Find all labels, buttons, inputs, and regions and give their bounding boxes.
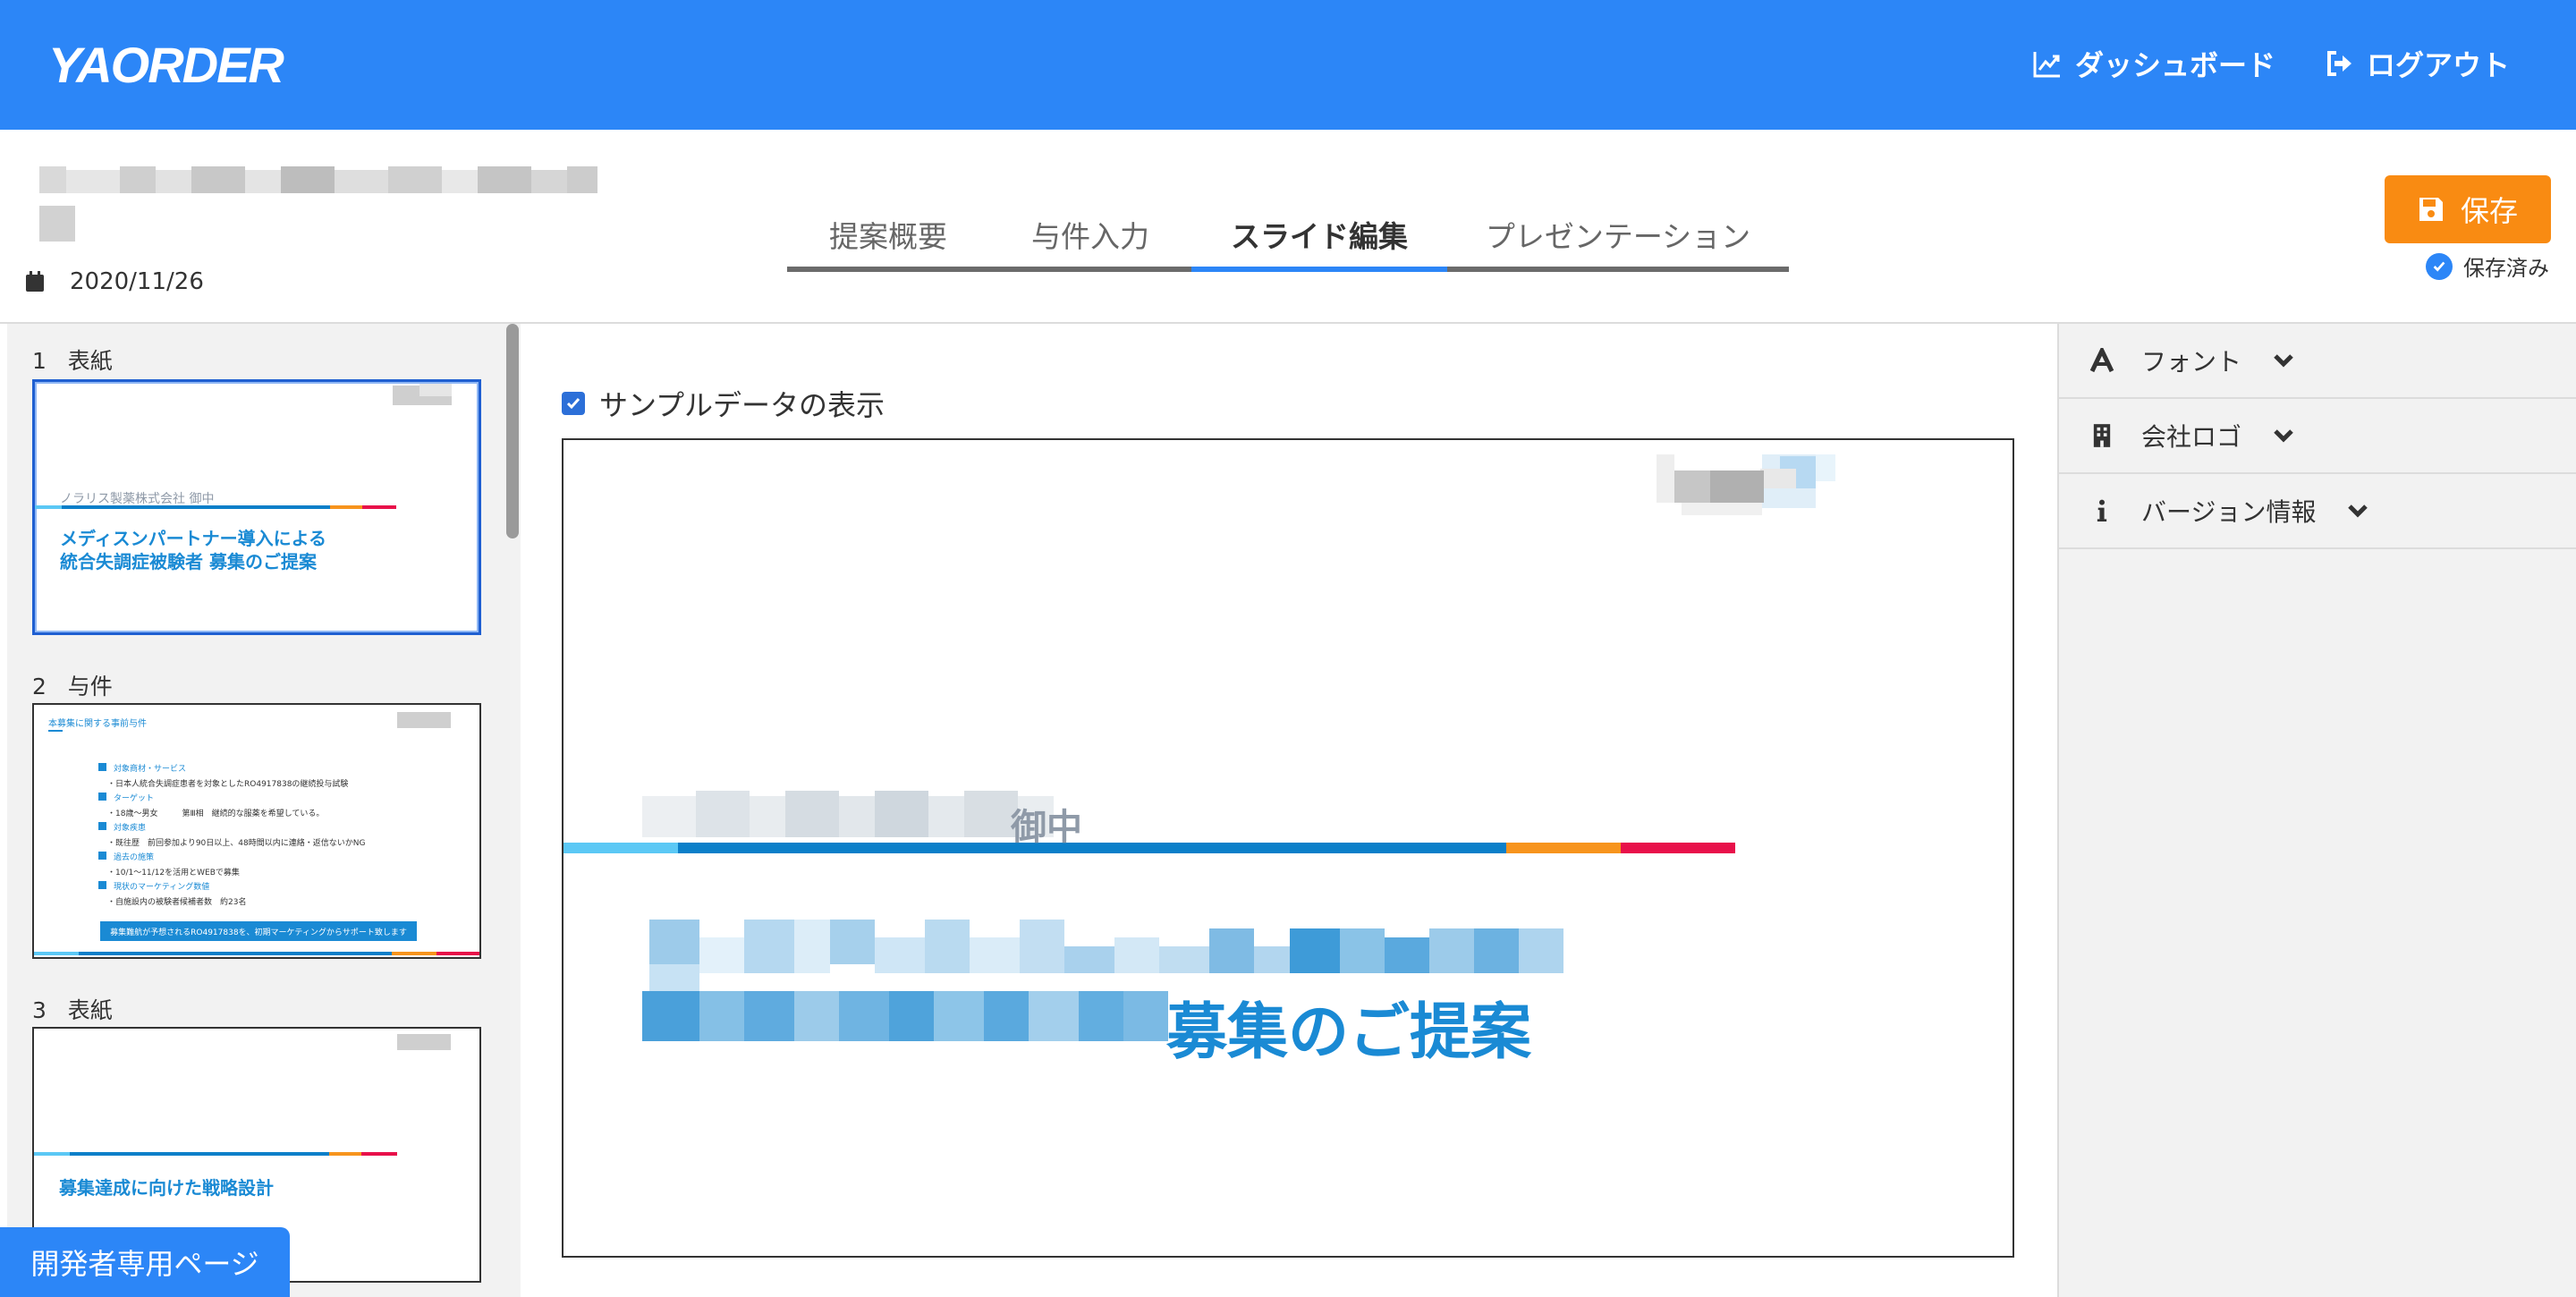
app-logo[interactable]: YAORDER xyxy=(48,36,284,94)
tab-proposal-overview[interactable]: 提案概要 xyxy=(787,202,989,267)
logout-label: ログアウト xyxy=(2367,48,2511,82)
building-icon xyxy=(2084,423,2120,448)
save-label: 保存 xyxy=(2460,194,2518,228)
slide-1-title: メディスンパートナー導入による 統合失調症被験者 募集のご提案 xyxy=(60,528,326,572)
accordion-font-label: フォント xyxy=(2141,347,2242,377)
slide-editor-canvas[interactable] xyxy=(562,438,2014,1258)
slide-2-label: 2 与件 xyxy=(32,674,113,699)
check-circle-icon xyxy=(2426,252,2453,280)
document-title-redacted-2 xyxy=(39,206,75,242)
sample-data-toggle[interactable]: サンプルデータの表示 xyxy=(562,383,885,424)
chevron-down-icon xyxy=(2274,354,2293,368)
accordion-company-logo-label: 会社ロゴ xyxy=(2141,422,2242,452)
accordion-company-logo[interactable]: 会社ロゴ xyxy=(2059,399,2576,474)
slide-3-label: 3 表紙 xyxy=(32,997,113,1023)
sample-data-checkbox[interactable] xyxy=(562,392,585,415)
slide-1-client: ノラリス製薬株式会社 御中 xyxy=(60,492,215,506)
tab-slide-edit[interactable]: スライド編集 xyxy=(1191,202,1447,272)
slide-2-banner: 募集難航が予想されるRO4917838を、初期マーケティングからサポート致します xyxy=(100,921,417,941)
slide-thumb-2[interactable]: 本募集に関する事前与件 対象商材・サービス ・日本人統合失調症患者を対象としたR… xyxy=(32,703,481,959)
slide-2-heading: 本募集に関する事前与件 xyxy=(48,719,147,729)
dashboard-link[interactable]: ダッシュボード xyxy=(2032,43,2275,84)
tab-requirements-input[interactable]: 与件入力 xyxy=(989,202,1191,267)
developer-page-button[interactable]: 開発者専用ページ xyxy=(0,1227,290,1297)
document-title-redacted xyxy=(39,166,603,200)
slide-list-panel[interactable]: 1 表紙 ノラリス製薬株式会社 御中 メディスンパートナー導入による 統合失調症… xyxy=(7,324,521,1297)
chevron-down-icon xyxy=(2274,429,2293,443)
chart-line-icon xyxy=(2033,52,2060,78)
save-status: 保存済み xyxy=(2426,250,2549,282)
accordion-version-info[interactable]: バージョン情報 xyxy=(2059,474,2576,549)
logout-link[interactable]: ログアウト xyxy=(2324,43,2510,84)
step-tabs: 提案概要 与件入力 スライド編集 プレゼンテーション xyxy=(787,202,1789,272)
save-button[interactable]: 保存 xyxy=(2385,175,2551,243)
slide-list-scrollbar[interactable] xyxy=(506,324,519,538)
accordion-font[interactable]: フォント xyxy=(2059,324,2576,399)
sign-out-icon xyxy=(2327,51,2351,76)
settings-panel: フォント 会社ロゴ バージョン情報 xyxy=(2057,324,2576,1297)
slide-2-items: 対象商材・サービス ・日本人統合失調症患者を対象としたRO4917838の継続投… xyxy=(98,762,365,910)
info-icon xyxy=(2084,498,2120,523)
font-icon xyxy=(2084,348,2120,373)
slide-3-title: 募集達成に向けた戦略設計 xyxy=(59,1177,274,1199)
save-status-text: 保存済み xyxy=(2463,256,2549,281)
slide-title-suffix[interactable]: 募集のご提案 xyxy=(1166,982,1531,1071)
slide-thumb-1[interactable]: ノラリス製薬株式会社 御中 メディスンパートナー導入による 統合失調症被験者 募… xyxy=(32,379,481,635)
slide-1-label: 1 表紙 xyxy=(32,348,113,374)
chevron-down-icon xyxy=(2348,504,2368,518)
sample-data-label: サンプルデータの表示 xyxy=(599,388,886,422)
tab-presentation[interactable]: プレゼンテーション xyxy=(1447,202,1789,267)
dashboard-label: ダッシュボード xyxy=(2075,48,2276,82)
calendar-icon xyxy=(26,271,44,292)
floppy-disk-icon xyxy=(2419,198,2443,221)
proposal-date: 2020/11/26 xyxy=(25,268,204,295)
accordion-version-info-label: バージョン情報 xyxy=(2141,497,2317,527)
date-text: 2020/11/26 xyxy=(70,268,204,295)
slide-client-suffix[interactable]: 御中 xyxy=(1011,798,1082,850)
top-navbar: YAORDER ダッシュボード ログアウト xyxy=(0,0,2576,130)
